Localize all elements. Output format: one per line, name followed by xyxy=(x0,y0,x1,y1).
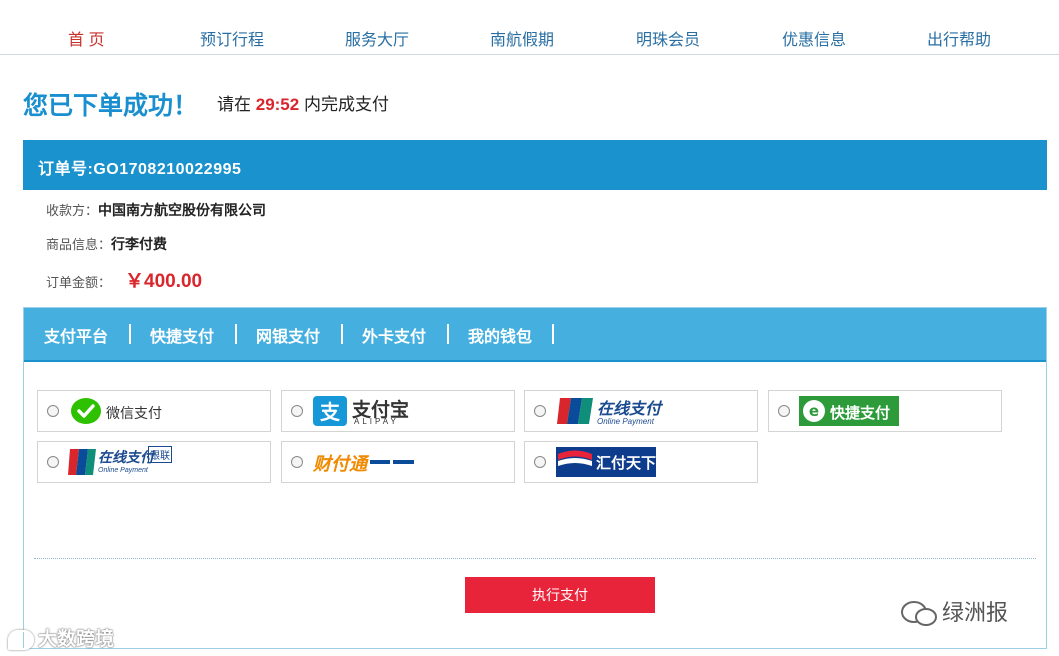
quick-pay-radio[interactable] xyxy=(778,405,790,417)
tab-divider xyxy=(552,324,554,344)
option-quick-pay[interactable]: e 快捷支付 xyxy=(768,390,1002,432)
tab-divider xyxy=(129,324,131,344)
nav-help[interactable]: 出行帮助 xyxy=(927,26,991,50)
nav-holidays[interactable]: 南航假期 xyxy=(490,26,554,50)
tenpay-radio[interactable] xyxy=(291,456,303,468)
chinapay-radio[interactable] xyxy=(534,456,546,468)
option-unionpay-online-2[interactable]: 在线支付 Online Payment 银联 xyxy=(37,441,271,483)
payee-row: 收款方：中国南方航空股份有限公司 xyxy=(46,200,266,220)
watermark-left-text: 大数跨境 xyxy=(38,629,115,650)
quick-pay-logo: e 快捷支付 xyxy=(799,396,899,426)
option-unionpay-online[interactable]: 在线支付 Online Payment xyxy=(524,390,758,432)
order-number-bar: 订单号:GO1708210022995 xyxy=(23,140,1047,190)
chinapay-logo: 汇付天下 xyxy=(556,447,656,477)
tab-quick-pay[interactable]: 快捷支付 xyxy=(150,323,214,347)
product-label: 商品信息： xyxy=(46,237,112,252)
nav-home[interactable]: 首 页 xyxy=(68,26,104,50)
unionpay-2-icon xyxy=(68,449,96,475)
amount-value: ￥400.00 xyxy=(125,271,203,292)
payment-countdown: 请在 29:52 内完成支付 xyxy=(217,90,389,115)
wechat-radio[interactable] xyxy=(47,405,59,417)
tab-foreign-card[interactable]: 外卡支付 xyxy=(362,323,426,347)
unionpay-radio[interactable] xyxy=(534,405,546,417)
amount-label: 订单金额： xyxy=(46,275,112,290)
nav-booking[interactable]: 预订行程 xyxy=(200,26,264,50)
quick-pay-label: 快捷支付 xyxy=(830,405,891,422)
watermark-speech-icon xyxy=(8,629,34,650)
wechat-icon xyxy=(71,398,101,424)
product-value: 行李付费 xyxy=(111,236,168,252)
unionpay-2-badge: 银联 xyxy=(148,446,172,463)
tab-my-wallet[interactable]: 我的钱包 xyxy=(468,323,532,347)
order-number: 订单号:GO1708210022995 xyxy=(38,161,242,178)
countdown-time: 29:52 xyxy=(255,95,300,114)
svg-text:支: 支 xyxy=(320,400,341,424)
tab-payment-platform[interactable]: 支付平台 xyxy=(44,323,108,347)
alipay-en-label: ALIPAY xyxy=(354,417,399,426)
chinapay-flag-icon xyxy=(558,450,592,466)
option-chinapay[interactable]: 汇付天下 xyxy=(524,441,758,483)
option-wechat-pay[interactable]: 微信支付 xyxy=(37,390,271,432)
countdown-suffix: 内完成支付 xyxy=(303,95,389,114)
nav-membership[interactable]: 明珠会员 xyxy=(636,26,700,50)
option-tenpay[interactable]: 财付通 xyxy=(281,441,515,483)
tenpay-label: 财付通 xyxy=(313,454,367,474)
quick-pay-icon: e xyxy=(803,400,825,422)
tenpay-tagline-icon xyxy=(370,460,414,464)
top-nav: 首 页 预订行程 服务大厅 南航假期 明珠会员 优惠信息 出行帮助 xyxy=(0,0,1059,55)
countdown-prefix: 请在 xyxy=(217,95,251,114)
alipay-radio[interactable] xyxy=(291,405,303,417)
watermark-right-text: 绿洲报 xyxy=(942,600,1009,625)
execute-payment-button[interactable]: 执行支付 xyxy=(465,577,655,613)
wechat-label: 微信支付 xyxy=(106,405,162,421)
nav-service-hall[interactable]: 服务大厅 xyxy=(345,26,409,50)
chinapay-label: 汇付天下 xyxy=(596,455,657,472)
unionpay-icon xyxy=(557,398,593,424)
unionpay-online-en-label: Online Payment xyxy=(597,417,654,426)
wechat-outline-icon xyxy=(901,601,937,627)
unionpay-2-radio[interactable] xyxy=(47,456,59,468)
unionpay-online-label: 在线支付 xyxy=(597,401,662,418)
tab-online-banking[interactable]: 网银支付 xyxy=(256,323,320,347)
svg-text:e: e xyxy=(809,402,819,420)
option-alipay[interactable]: 支 支付宝 ALIPAY xyxy=(281,390,515,432)
payee-value: 中国南方航空股份有限公司 xyxy=(98,202,267,218)
tab-divider xyxy=(447,324,449,344)
nav-offers[interactable]: 优惠信息 xyxy=(782,26,846,50)
watermark-right: 绿洲报 xyxy=(900,595,1008,628)
watermark-left: 大数跨境 xyxy=(8,624,114,651)
unionpay-2-en-label: Online Payment xyxy=(98,467,148,474)
tab-divider xyxy=(341,324,343,344)
payment-panel: 支付平台 快捷支付 网银支付 外卡支付 我的钱包 微信支付 支 支付宝 ALIP… xyxy=(23,307,1047,649)
payment-tabs: 支付平台 快捷支付 网银支付 外卡支付 我的钱包 xyxy=(24,308,1046,362)
success-title: 您已下单成功！ xyxy=(23,92,199,120)
payee-label: 收款方： xyxy=(46,203,99,218)
amount-row: 订单金额： ￥400.00 xyxy=(46,266,202,293)
dotted-divider xyxy=(34,558,1036,559)
product-row: 商品信息：行李付费 xyxy=(46,234,167,254)
alipay-icon: 支 xyxy=(313,396,347,426)
tab-divider xyxy=(235,324,237,344)
unionpay-2-label: 在线支付 xyxy=(98,449,154,465)
